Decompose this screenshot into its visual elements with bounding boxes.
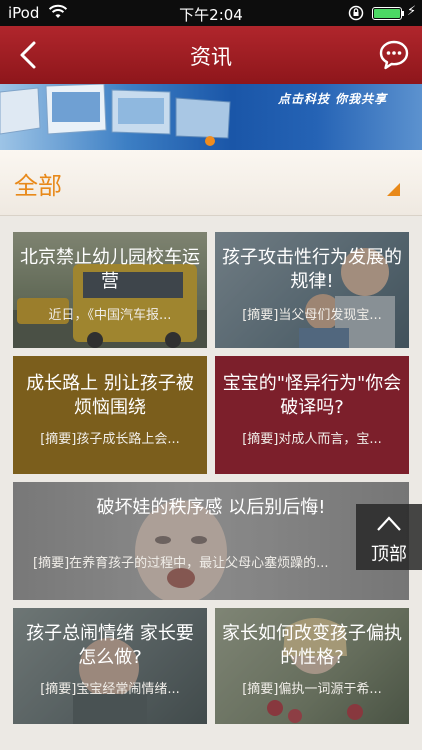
article-tile[interactable]: 孩子攻击性行为发展的规律! [摘要]当父母们发现宝...	[215, 232, 409, 348]
article-tile[interactable]: 家长如何改变孩子偏执的性格? [摘要]偏执一词源于希...	[215, 608, 409, 724]
battery-tip	[402, 11, 404, 16]
rotation-lock-icon	[348, 5, 364, 21]
dropdown-corner-icon[interactable]	[387, 183, 400, 196]
article-tile[interactable]: 成长路上 别让孩子被烦恼围绕 [摘要]孩子成长路上会...	[13, 356, 207, 474]
article-title: 孩子总闹情绪 家长要怎么做?	[26, 623, 194, 668]
banner-screens-image	[0, 84, 231, 139]
article-summary: [摘要]宝宝经常闹情绪...	[40, 682, 180, 697]
charging-bolt-icon: ⚡	[407, 4, 417, 19]
article-summary: [摘要]对成人而言，宝...	[242, 432, 382, 447]
article-tile[interactable]: 北京禁止幼儿园校车运营 近日，《中国汽车报...	[13, 232, 207, 348]
status-bar: iPod 下午2:04 ⚡	[0, 0, 422, 26]
article-title: 北京禁止幼儿园校车运营	[20, 247, 200, 292]
back-to-top-button[interactable]: 顶部	[356, 504, 422, 570]
article-title: 孩子攻击性行为发展的规律!	[222, 247, 402, 292]
article-summary: 近日，《中国汽车报...	[48, 308, 172, 323]
article-tile[interactable]: 破坏娃的秩序感 以后别后悔! [摘要]在养育孩子的过程中，最让父母心塞烦躁的..…	[13, 482, 409, 600]
category-filter[interactable]: 全部	[0, 150, 422, 216]
article-title: 成长路上 别让孩子被烦恼围绕	[26, 373, 194, 418]
article-summary: [摘要]偏执一词源于希...	[242, 682, 382, 697]
battery-icon	[372, 7, 402, 20]
page-title: 资讯	[190, 45, 232, 69]
nav-bar: 资讯	[0, 26, 422, 84]
carousel-dot-active[interactable]	[205, 136, 215, 146]
article-summary: [摘要]在养育孩子的过程中，最让父母心塞烦躁的...	[33, 556, 329, 571]
article-title: 家长如何改变孩子偏执的性格?	[222, 623, 402, 668]
article-title: 破坏娃的秩序感 以后别后悔!	[96, 497, 326, 518]
category-label: 全部	[14, 172, 62, 200]
back-to-top-label: 顶部	[371, 544, 407, 565]
article-summary: [摘要]孩子成长路上会...	[40, 432, 180, 447]
article-summary: [摘要]当父母们发现宝...	[242, 308, 382, 323]
article-tile[interactable]: 孩子总闹情绪 家长要怎么做? [摘要]宝宝经常闹情绪...	[13, 608, 207, 724]
message-bubble-icon[interactable]	[378, 39, 410, 71]
chevron-up-icon	[377, 516, 401, 531]
article-title: 宝宝的"怪异行为"你会破译吗?	[222, 373, 402, 418]
article-tile[interactable]: 宝宝的"怪异行为"你会破译吗? [摘要]对成人而言，宝...	[215, 356, 409, 474]
banner-slogan: 点击科技 你我共享	[278, 92, 388, 106]
